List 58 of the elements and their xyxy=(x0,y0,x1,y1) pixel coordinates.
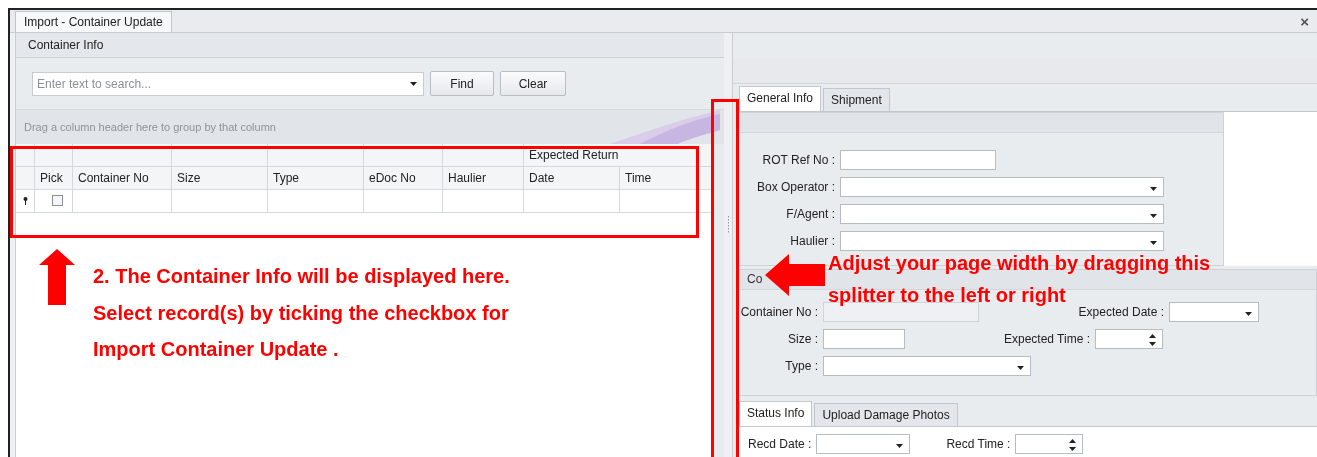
column-header[interactable]: Time xyxy=(620,167,713,189)
dropdown-arrow-icon xyxy=(1245,312,1252,316)
dropdown-field[interactable] xyxy=(840,204,1164,224)
pin-icon xyxy=(23,197,28,205)
field-label: Expected Date : xyxy=(1077,305,1165,319)
tab[interactable]: Status Info xyxy=(739,401,813,426)
dropdown-arrow-icon xyxy=(1017,366,1024,370)
panel-header: Container Info xyxy=(16,33,724,58)
text-field[interactable] xyxy=(823,329,905,349)
pick-checkbox[interactable] xyxy=(52,195,63,206)
tab[interactable]: Shipment xyxy=(823,88,890,111)
field-label: Type : xyxy=(784,359,819,373)
field-label: Size : xyxy=(787,332,819,346)
annotation-text: 2. The Container Info will be displayed here. Select record(s) by ticking the checkbox for Import Container Update . xyxy=(93,264,510,362)
column-header[interactable]: Haulier xyxy=(443,167,524,189)
field-label: F/Agent : xyxy=(785,207,836,221)
field-label: Expected Time : xyxy=(1002,332,1091,346)
column-header[interactable]: Date xyxy=(524,167,620,189)
dropdown-field[interactable] xyxy=(1169,302,1259,322)
document-tab[interactable]: Import - Container Update xyxy=(15,11,172,32)
tab[interactable]: General Info xyxy=(739,86,822,111)
field-label: Container No : xyxy=(739,305,819,319)
tab[interactable]: Upload Damage Photos xyxy=(814,403,958,426)
column-header[interactable]: Size xyxy=(172,167,268,189)
dropdown-arrow-icon xyxy=(896,444,904,448)
up-arrow-icon xyxy=(39,249,75,305)
dropdown-field[interactable] xyxy=(840,177,1164,197)
dropdown-arrow-icon xyxy=(410,81,417,86)
column-band-header: Expected Return xyxy=(524,144,713,166)
column-header[interactable]: Container No xyxy=(73,167,172,189)
spin-arrows-icon xyxy=(1149,334,1156,346)
dropdown-field[interactable] xyxy=(840,231,1164,251)
field-label: ROT Ref No : xyxy=(761,153,836,167)
dropdown-arrow-icon xyxy=(1150,214,1157,218)
dropdown-arrow-icon xyxy=(1150,241,1157,245)
field-label: Haulier : xyxy=(789,234,836,248)
left-arrow-icon xyxy=(765,254,825,296)
field-label: Recd Date : xyxy=(748,436,813,453)
field-label: Recd Time : xyxy=(946,436,1012,453)
group-title: Co xyxy=(747,272,763,286)
splitter-grip-icon[interactable] xyxy=(726,216,730,234)
column-header[interactable]: Pick xyxy=(35,167,73,189)
close-icon[interactable]: × xyxy=(1300,12,1309,30)
dropdown-field[interactable] xyxy=(823,356,1031,376)
annotation-text: Adjust your page width by dragging this xyxy=(828,252,1211,275)
time-spin-field[interactable] xyxy=(1015,434,1084,454)
clear-button[interactable]: Clear xyxy=(500,71,566,96)
column-header[interactable]: eDoc No xyxy=(364,167,443,189)
text-field[interactable] xyxy=(840,150,996,170)
spin-arrows-icon xyxy=(1069,439,1077,451)
time-spin-field[interactable] xyxy=(1095,329,1163,349)
dropdown-field[interactable] xyxy=(816,434,911,454)
column-header[interactable]: Type xyxy=(268,167,364,189)
dropdown-arrow-icon xyxy=(1150,187,1157,191)
group-hint: Drag a column header here to group by that column xyxy=(23,121,276,133)
annotation-text: splitter to the left or right xyxy=(828,284,1066,307)
field-label: Box Operator : xyxy=(755,180,836,194)
find-button[interactable]: Find xyxy=(430,71,494,96)
